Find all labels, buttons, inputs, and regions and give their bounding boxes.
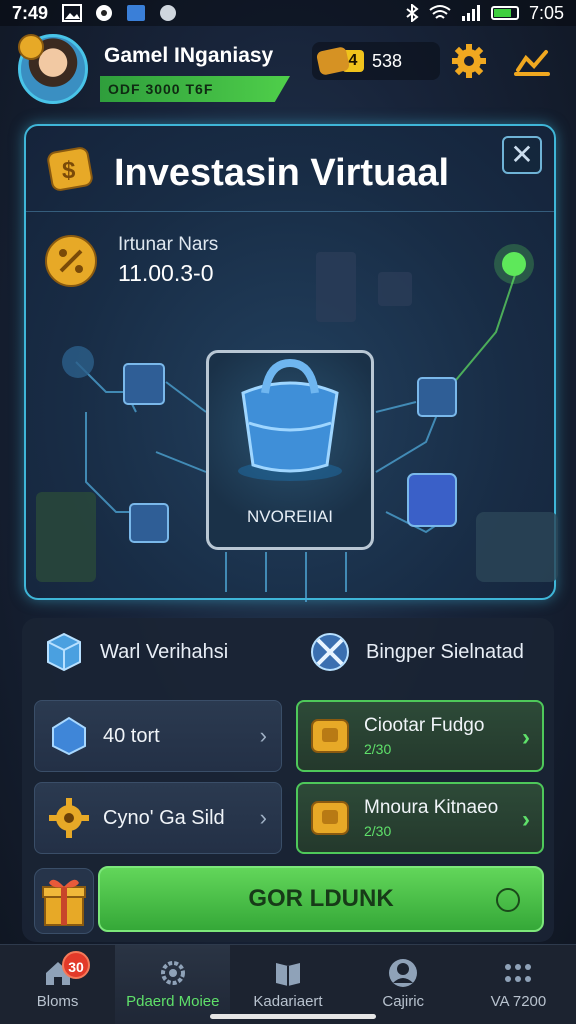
- tile-label: NVOREIIAI: [247, 507, 333, 526]
- stat-label: Irtunar Nars: [118, 234, 219, 255]
- reward-item[interactable]: Mnoura Kitnaeo 2/30 ›: [296, 782, 544, 854]
- game-header: Gamel INganiasy ODF 3000 T6F 4 538: [0, 26, 576, 110]
- player-id-banner: ODF 3000 T6F: [100, 76, 290, 102]
- home-indicator[interactable]: [210, 1014, 376, 1019]
- notification-badge: 30: [62, 951, 90, 979]
- chevron-down-icon: [496, 888, 520, 912]
- investment-item-tile[interactable]: NVOREIIAI: [206, 350, 374, 550]
- tab-left[interactable]: Warl Verihahsi: [42, 618, 228, 686]
- chat-icon: [160, 5, 177, 21]
- level-badge-icon: [18, 34, 44, 60]
- nav-item-settings[interactable]: Pdaerd Moiee: [115, 945, 231, 1024]
- reward-item-title: Ciootar Fudgo: [364, 715, 485, 736]
- location-icon: [96, 5, 113, 21]
- nav-item-home[interactable]: 30 Bloms: [0, 945, 115, 1024]
- cube-icon: [47, 632, 81, 672]
- investment-card: $ Investasin Virtuaal ✕ Irtunar Nars 11.…: [24, 124, 558, 602]
- gold-gear-icon: [49, 798, 89, 838]
- gold-chest-icon: [311, 801, 349, 835]
- app-icon: [127, 5, 146, 21]
- grid-icon: [505, 964, 532, 982]
- percent-coin-icon: [45, 235, 97, 287]
- chevron-right-icon: ›: [522, 806, 530, 833]
- nav-label: VA 7200: [490, 993, 547, 1010]
- claim-button[interactable]: GOR LDUNK: [98, 866, 544, 932]
- book-icon: [276, 963, 300, 986]
- bluetooth-icon: [406, 4, 419, 22]
- status-bar: 7:49 7:05: [0, 0, 576, 26]
- list-item-label: 40 tort: [103, 724, 160, 747]
- list-item[interactable]: Cyno' Ga Sild ›: [34, 782, 282, 854]
- reward-item-progress: 2/30: [364, 741, 392, 757]
- options-panel: Warl Verihahsi Bingper Sielnatad 40 tort…: [22, 618, 554, 942]
- gold-chest-icon: [311, 719, 349, 753]
- card-title-row: $ Investasin Virtuaal ✕: [26, 126, 554, 212]
- stats-chart-icon[interactable]: [512, 44, 552, 78]
- tab-right-label: Bingper Sielnatad: [366, 640, 524, 663]
- reward-item-progress: 2/30: [364, 823, 392, 839]
- image-icon: [62, 4, 83, 22]
- reward-item[interactable]: Ciootar Fudgo 2/30 ›: [296, 700, 544, 772]
- player-name: Gamel INganiasy: [104, 44, 274, 67]
- tab-left-label: Warl Verihahsi: [100, 640, 229, 663]
- nav-label: Cajiric: [382, 993, 425, 1010]
- investment-icon: $: [47, 147, 93, 191]
- reward-item-title: Mnoura Kitnaeo: [364, 797, 499, 818]
- claim-button-label: GOR LDUNK: [248, 885, 394, 912]
- card-title: Investasin Virtuaal: [114, 152, 450, 194]
- list-item[interactable]: 40 tort ›: [34, 700, 282, 772]
- stat-value: 11.00.3-0: [118, 260, 214, 286]
- list-item-label: Cyno' Ga Sild: [103, 806, 225, 829]
- tab-right[interactable]: Bingper Sielnatad: [308, 618, 524, 686]
- profile-icon: [389, 959, 418, 987]
- signal-icon: [461, 5, 480, 21]
- nav-item-more[interactable]: VA 7200: [461, 945, 576, 1024]
- battery-icon: [490, 6, 519, 20]
- gear-icon: [160, 961, 185, 985]
- chevron-right-icon: ›: [259, 723, 267, 748]
- close-button[interactable]: ✕: [502, 136, 542, 174]
- chevron-right-icon: ›: [522, 724, 530, 751]
- bottom-nav: 30 Bloms Pdaerd Moiee Kadariaert Cajiric…: [0, 944, 576, 1024]
- gift-button[interactable]: [34, 868, 94, 934]
- gift-icon: [42, 879, 86, 926]
- wifi-icon: [429, 5, 451, 19]
- nav-item-profile[interactable]: Cajiric: [346, 945, 461, 1024]
- nav-label: Pdaerd Moiee: [126, 993, 220, 1010]
- currency-display[interactable]: 4 538: [312, 42, 440, 80]
- settings-gear-icon[interactable]: [450, 42, 488, 80]
- crossed-swords-icon: [311, 633, 349, 671]
- nav-label: Kadariaert: [253, 993, 323, 1010]
- nav-label: Bloms: [36, 993, 79, 1010]
- nav-item-book[interactable]: Kadariaert: [230, 945, 345, 1024]
- basket-icon: [238, 358, 342, 481]
- status-time-right: 7:05: [528, 2, 564, 23]
- currency-value: 538: [372, 50, 403, 71]
- crystal-icon: [52, 716, 86, 756]
- svg-text:$: $: [62, 157, 76, 184]
- status-time: 7:49: [12, 2, 49, 23]
- chevron-right-icon: ›: [259, 805, 267, 830]
